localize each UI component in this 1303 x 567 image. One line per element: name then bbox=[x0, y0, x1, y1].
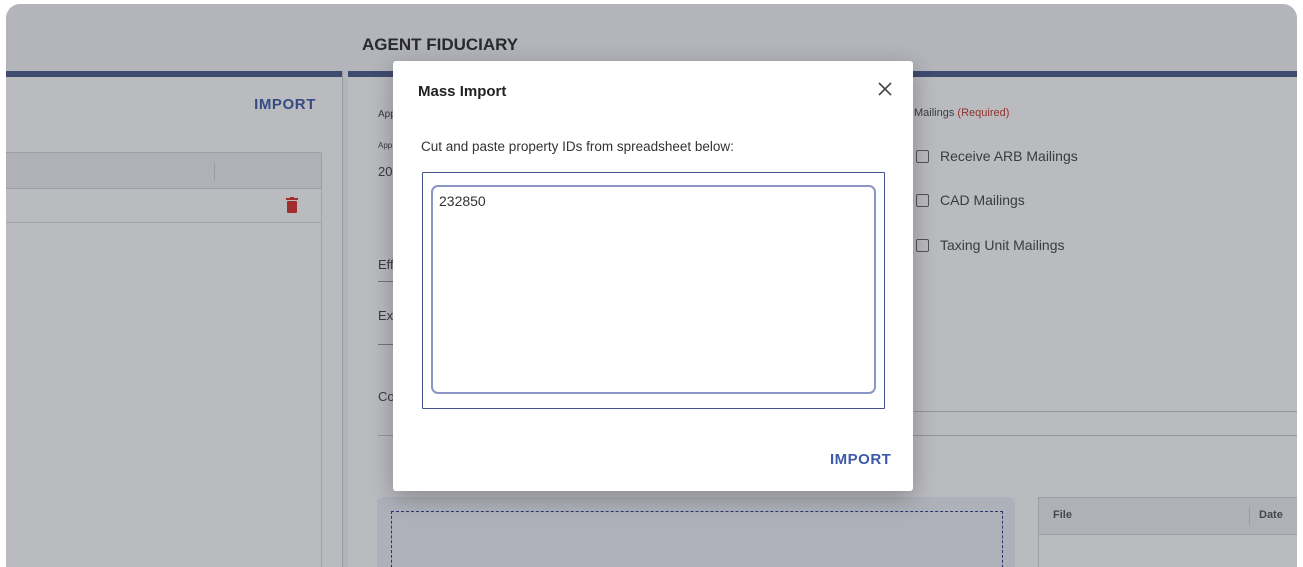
close-icon[interactable] bbox=[876, 80, 894, 98]
dialog-instructions: Cut and paste property IDs from spreadsh… bbox=[421, 139, 734, 154]
import-button[interactable]: IMPORT bbox=[830, 451, 891, 468]
property-ids-textarea[interactable] bbox=[431, 185, 876, 394]
textarea-container bbox=[422, 172, 885, 409]
dialog-title: Mass Import bbox=[418, 83, 507, 100]
mass-import-dialog: Mass Import Cut and paste property IDs f… bbox=[393, 61, 913, 491]
